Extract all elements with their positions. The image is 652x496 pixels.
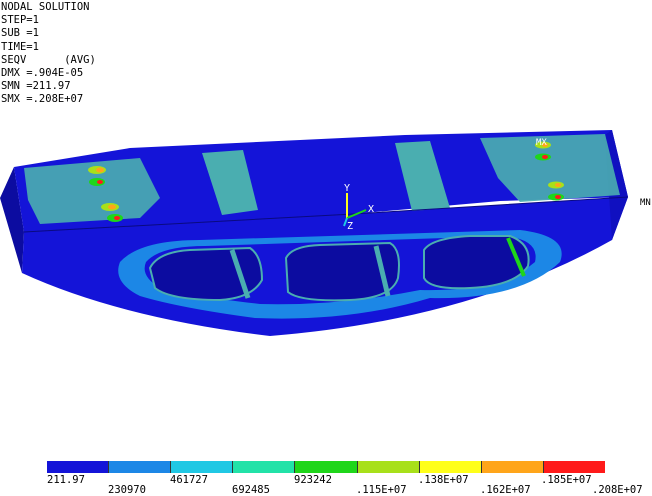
triad-x-label: X — [368, 204, 374, 215]
legend-label-top-4: .138E+07 — [418, 474, 469, 486]
legend-band-1 — [47, 461, 110, 473]
legend-label-top-2: 461727 — [170, 474, 208, 486]
legend-band-5 — [295, 461, 358, 473]
legend-label-bottom-1: 230970 — [108, 484, 146, 496]
contour-legend-bar — [47, 461, 605, 473]
legend-band-8 — [481, 461, 544, 473]
legend-label-top-5: .185E+07 — [541, 474, 592, 486]
legend-band-2 — [109, 461, 172, 473]
legend-band-7 — [419, 461, 482, 473]
model-viewport[interactable]: Y X Z MX MN — [0, 0, 652, 491]
legend-label-bottom-2: 692485 — [232, 484, 270, 496]
legend-label-top-1: 211.97 — [47, 474, 85, 486]
legend-label-bottom-4: .162E+07 — [480, 484, 531, 496]
legend-band-6 — [357, 461, 420, 473]
legend-band-4 — [233, 461, 296, 473]
legend-label-top-3: 923242 — [294, 474, 332, 486]
min-marker: MN — [640, 198, 651, 208]
legend-label-bottom-3: .115E+07 — [356, 484, 407, 496]
legend-band-9 — [543, 461, 605, 473]
legend-label-bottom-5: .208E+07 — [592, 484, 643, 496]
legend-band-3 — [171, 461, 234, 473]
triad-y-label: Y — [344, 183, 350, 194]
max-marker: MX — [536, 138, 547, 148]
triad-z-label: Z — [347, 221, 353, 232]
